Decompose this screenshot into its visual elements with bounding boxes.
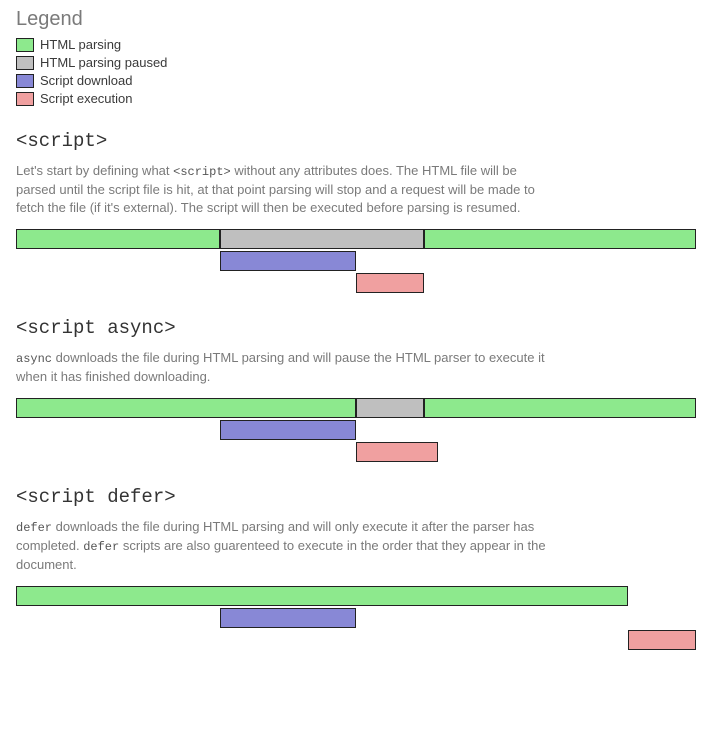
legend-item: HTML parsing paused	[16, 55, 704, 70]
bar-download	[220, 420, 356, 440]
legend-label: HTML parsing paused	[40, 55, 167, 70]
diagram-lane	[16, 398, 696, 418]
legend-swatch	[16, 74, 34, 88]
legend-title: Legend	[16, 8, 704, 31]
bar-html-parsing	[16, 229, 220, 249]
timing-diagram	[16, 398, 696, 462]
section-heading: <script>	[16, 130, 704, 152]
bar-html-parsing	[424, 398, 696, 418]
timing-diagram	[16, 586, 696, 650]
bar-execution	[628, 630, 696, 650]
diagram-lane	[16, 630, 696, 650]
diagram-lane	[16, 420, 696, 440]
bar-parsing-paused	[356, 398, 424, 418]
bar-html-parsing	[424, 229, 696, 249]
diagram-lane	[16, 442, 696, 462]
section: <script>Let's start by defining what <sc…	[16, 130, 704, 293]
legend-swatch	[16, 38, 34, 52]
bar-execution	[356, 442, 438, 462]
section: <script defer> defer downloads the file d…	[16, 486, 704, 650]
inline-code: <script>	[173, 165, 231, 179]
timing-diagram	[16, 229, 696, 293]
legend-label: Script download	[40, 73, 133, 88]
legend-swatch	[16, 56, 34, 70]
legend-item: Script download	[16, 73, 704, 88]
bar-download	[220, 608, 356, 628]
bar-html-parsing	[16, 398, 356, 418]
section-heading: <script async>	[16, 317, 704, 339]
legend-item: HTML parsing	[16, 37, 704, 52]
section: <script async> async downloads the file d…	[16, 317, 704, 462]
section-description: defer downloads the file during HTML par…	[16, 518, 556, 574]
diagram-lane	[16, 251, 696, 271]
section-description: Let's start by defining what <script> wi…	[16, 162, 556, 217]
diagram-lane	[16, 608, 696, 628]
desc-text: downloads the file during HTML parsing a…	[16, 350, 545, 384]
desc-text: Let's start by defining what	[16, 163, 173, 178]
inline-code: defer	[16, 521, 52, 535]
diagram-lane	[16, 229, 696, 249]
legend-item: Script execution	[16, 91, 704, 106]
legend-label: HTML parsing	[40, 37, 121, 52]
legend: Legend HTML parsing HTML parsing paused Sc…	[16, 8, 704, 106]
inline-code: defer	[83, 540, 119, 554]
legend-swatch	[16, 92, 34, 106]
section-heading: <script defer>	[16, 486, 704, 508]
bar-download	[220, 251, 356, 271]
inline-code: async	[16, 352, 52, 366]
bar-parsing-paused	[220, 229, 424, 249]
diagram-lane	[16, 273, 696, 293]
section-description: async downloads the file during HTML par…	[16, 349, 556, 386]
legend-label: Script execution	[40, 91, 133, 106]
diagram-lane	[16, 586, 696, 606]
bar-html-parsing	[16, 586, 628, 606]
bar-execution	[356, 273, 424, 293]
